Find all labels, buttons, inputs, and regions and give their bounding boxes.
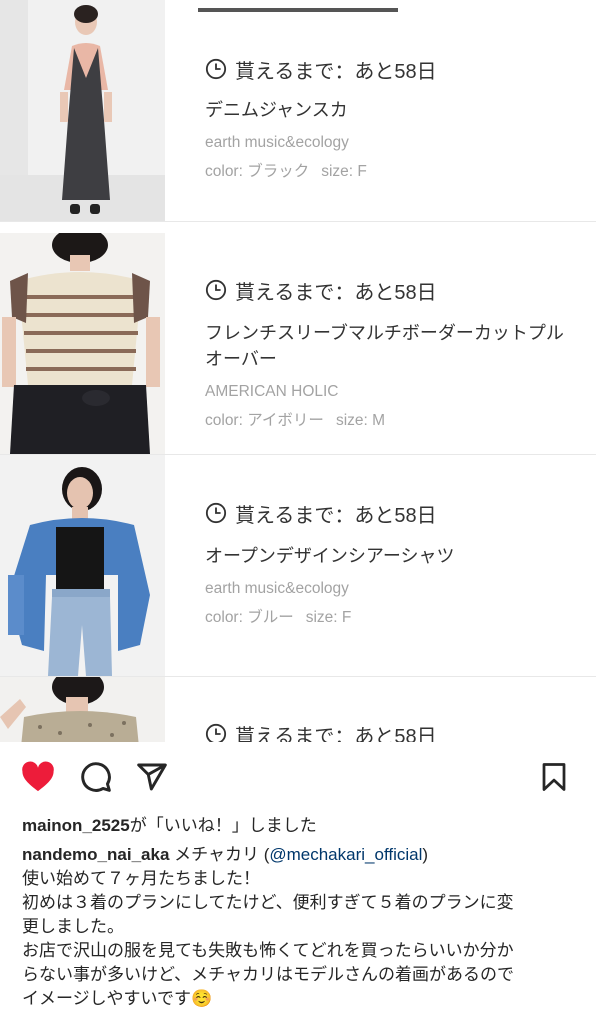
product-photo (0, 455, 165, 676)
product-photo (0, 233, 165, 454)
caption-line: 初めは３着のプランにしてたけど、便利すぎて５着のプランに変 (22, 893, 514, 912)
product-name-line2: オーバー (205, 349, 277, 369)
comment-button[interactable] (78, 759, 114, 795)
clock-icon (205, 723, 227, 742)
brand-name: earth music&ecology (205, 134, 349, 151)
caption-line: 更しました。 (22, 917, 124, 936)
caption-prefix: メチャカリ ( (174, 845, 270, 864)
likes-line: mainon_2525が「いいね！」しました (22, 812, 582, 840)
remaining-days: 貰えるまで：あと58日 (205, 55, 586, 83)
bookmark-icon (542, 763, 566, 791)
list-item[interactable]: 貰えるまで：あと58日 オープンデザインシアーシャツ earth music&e… (0, 455, 596, 677)
item-info: 貰えるまで：あと58日 フレンチスリーブマルチボーダーカットプル オーバー AM… (205, 276, 586, 431)
remaining-text: 貰えるまで：あと58日 (235, 504, 437, 527)
share-button[interactable] (134, 759, 170, 795)
post-image[interactable]: 貰えるまで：あと58日 デニムジャンスカ earth music&ecology… (0, 0, 596, 742)
liker-username[interactable]: mainon_2525 (22, 816, 130, 835)
caption-header: nandemo_nai_aka メチャカリ (@mechakari_offici… (22, 843, 582, 867)
list-item[interactable]: 貰えるまで：あと58日 (0, 677, 596, 742)
product-meta: color: ブルー size: F (205, 608, 586, 628)
remaining-text: 貰えるまで：あと58日 (235, 60, 437, 83)
tab-indicator (198, 8, 398, 12)
product-name: オープンデザインシアーシャツ (205, 546, 455, 566)
clock-icon (205, 58, 227, 80)
comment-icon (81, 762, 111, 792)
size-label: size: F (321, 163, 367, 180)
mention-link[interactable]: @mechakari_official (269, 845, 422, 864)
brand-name: AMERICAN HOLIC (205, 383, 339, 400)
send-icon (137, 763, 167, 791)
brand-name: earth music&ecology (205, 580, 349, 597)
caption-line: 使い始めて７ヶ月たちました！ (22, 869, 260, 888)
product-name: フレンチスリーブマルチボーダーカットプル (205, 323, 564, 343)
color-label: color: ブルー (205, 609, 294, 626)
remaining-days: 貰えるまで：あと58日 (205, 499, 586, 527)
remaining-text: 貰えるまで：あと58日 (235, 281, 437, 304)
item-info: 貰えるまで：あと58日 デニムジャンスカ earth music&ecology… (205, 55, 586, 182)
list-item[interactable]: 貰えるまで：あと58日 フレンチスリーブマルチボーダーカットプル オーバー AM… (0, 233, 596, 455)
size-label: size: M (335, 412, 386, 429)
clock-icon (205, 502, 227, 524)
save-button[interactable] (536, 759, 572, 795)
remaining-days: 貰えるまで：あと58日 (205, 276, 586, 304)
post-caption: mainon_2525が「いいね！」しました nandemo_nai_aka メ… (22, 812, 582, 1011)
caption-line: イメージしやすいです☺️ (22, 989, 213, 1008)
item-info: 貰えるまで：あと58日 (205, 720, 586, 742)
caption-line: らない事が多いけど、メチャカリはモデルさんの着画があるので (22, 965, 514, 984)
caption-suffix: ) (422, 845, 429, 864)
heart-icon (22, 761, 54, 792)
product-meta: color: アイボリー size: M (205, 411, 586, 431)
product-photo (0, 677, 165, 742)
product-meta: color: ブラック size: F (205, 162, 586, 182)
item-info: 貰えるまで：あと58日 オープンデザインシアーシャツ earth music&e… (205, 499, 586, 628)
caption-line: お店で沢山の服を見ても失敗も怖くてどれを買ったらいいか分か (22, 941, 514, 960)
remaining-days: 貰えるまで：あと58日 (205, 720, 586, 742)
like-button[interactable] (20, 759, 56, 795)
list-item[interactable]: 貰えるまで：あと58日 デニムジャンスカ earth music&ecology… (0, 0, 596, 222)
product-name: デニムジャンスカ (205, 100, 348, 120)
color-label: color: アイボリー (205, 412, 324, 429)
post-actions-bar (0, 742, 596, 812)
likes-text: が「いいね！」しました (129, 816, 317, 835)
color-label: color: ブラック (205, 163, 310, 180)
clock-icon (205, 279, 227, 301)
remaining-text: 貰えるまで：あと58日 (235, 725, 437, 743)
author-username[interactable]: nandemo_nai_aka (22, 845, 169, 864)
product-photo (0, 0, 165, 221)
size-label: size: F (305, 609, 352, 626)
